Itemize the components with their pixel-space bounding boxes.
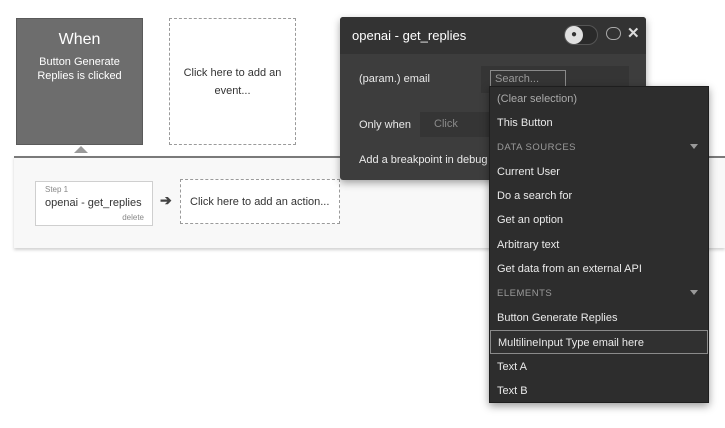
chevron-down-icon [690, 144, 698, 149]
chevron-down-icon [690, 290, 698, 295]
only-when-label: Only when [359, 119, 411, 131]
property-editor-title: openai - get_replies [352, 28, 467, 43]
this-button-option[interactable]: This Button [490, 111, 708, 135]
clear-selection-option[interactable]: (Clear selection) [490, 87, 708, 111]
element-option[interactable]: Button Generate Replies [490, 306, 708, 330]
step-1-card[interactable]: Step 1 openai - get_replies delete [35, 181, 153, 226]
comment-icon[interactable] [606, 27, 621, 40]
dynamic-data-dropdown: (Clear selection) This Button DATA SOURC… [489, 86, 709, 403]
data-sources-section-header[interactable]: DATA SOURCES [490, 135, 708, 159]
data-source-option[interactable]: Get an option [490, 208, 708, 232]
param-email-label: (param.) email [359, 73, 430, 85]
event-trigger-description: Button Generate Replies is clicked [37, 56, 122, 82]
step-action-name: openai - get_replies [45, 197, 142, 209]
element-option-selected[interactable]: MultilineInput Type email here [490, 330, 708, 354]
close-icon[interactable]: ✕ [627, 25, 640, 43]
data-source-option[interactable]: Get data from an external API [490, 257, 708, 281]
data-source-option[interactable]: Do a search for [490, 184, 708, 208]
selected-pointer-icon [74, 146, 88, 153]
event-trigger-card[interactable]: When Button Generate Replies is clicked [16, 18, 143, 145]
element-option[interactable]: Text A [490, 355, 708, 379]
breakpoint-checkbox-label[interactable]: Add a breakpoint in debug mode [359, 154, 490, 166]
data-sources-header-label: DATA SOURCES [497, 142, 577, 153]
property-editor-header: openai - get_replies ● ✕ [340, 17, 646, 54]
preview-toggle[interactable]: ● [564, 25, 598, 45]
add-event-placeholder[interactable]: Click here to add an event... [169, 18, 296, 145]
user-icon: ● [565, 26, 583, 44]
event-trigger-title: When [58, 31, 101, 48]
elements-section-header[interactable]: ELEMENTS [490, 281, 708, 305]
add-action-placeholder[interactable]: Click here to add an action... [180, 179, 340, 224]
data-source-option[interactable]: Current User [490, 160, 708, 184]
delete-step-link[interactable]: delete [122, 213, 144, 222]
data-source-option[interactable]: Arbitrary text [490, 233, 708, 257]
arrow-right-icon: ➔ [160, 192, 172, 208]
step-number-label: Step 1 [45, 185, 69, 194]
element-option[interactable]: Text B [490, 379, 708, 402]
only-when-field[interactable]: Click [420, 112, 492, 137]
elements-header-label: ELEMENTS [497, 288, 553, 299]
